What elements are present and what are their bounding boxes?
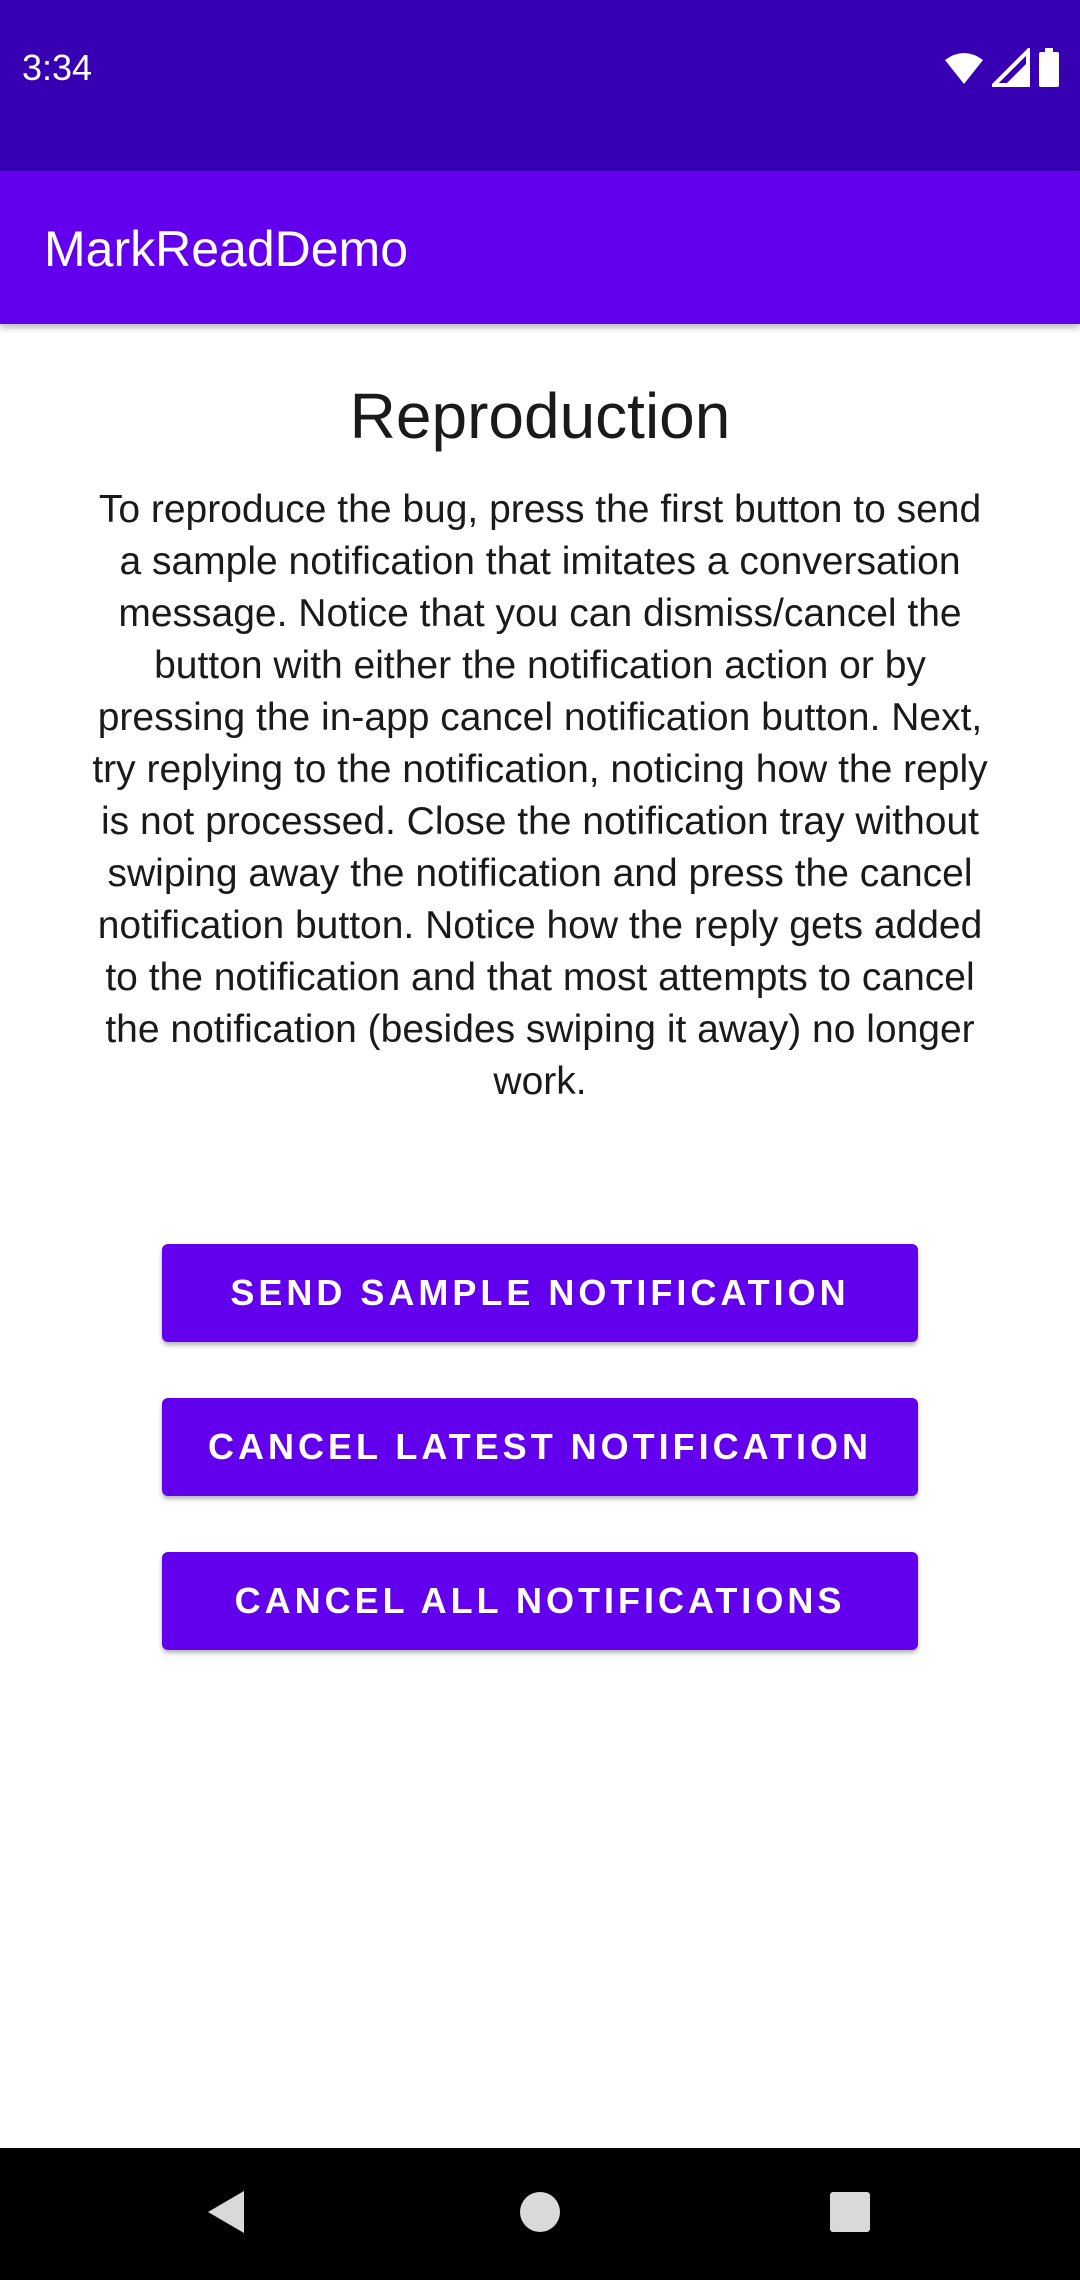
status-icons xyxy=(944,46,1060,88)
recents-icon xyxy=(829,2191,871,2238)
nav-recents-button[interactable] xyxy=(810,2178,890,2250)
app-bar: MarkReadDemo xyxy=(0,171,1080,324)
home-icon xyxy=(518,2190,562,2239)
cellular-signal-icon xyxy=(989,46,1030,88)
description-text: To reproduce the bug, press the first bu… xyxy=(92,488,988,1103)
app-title: MarkReadDemo xyxy=(44,221,409,277)
app-screen: 3:34 MarkReadDemo Reproduction To reprod… xyxy=(0,0,1080,2280)
main-content: Reproduction To reproduce the bug, press… xyxy=(0,324,1080,2148)
nav-home-button[interactable] xyxy=(500,2178,580,2250)
status-time: 3:34 xyxy=(22,47,93,88)
navigation-bar xyxy=(0,2148,1080,2280)
nav-back-button[interactable] xyxy=(186,2178,266,2250)
battery-icon xyxy=(1038,48,1060,88)
send-sample-notification-button[interactable]: SEND SAMPLE NOTIFICATION xyxy=(162,1244,918,1342)
wifi-icon xyxy=(944,48,984,88)
page-heading: Reproduction xyxy=(349,380,731,452)
cancel-latest-notification-button[interactable]: CANCEL LATEST NOTIFICATION xyxy=(162,1398,918,1496)
cancel-all-notifications-button[interactable]: CANCEL ALL NOTIFICATIONS xyxy=(162,1552,918,1650)
back-icon xyxy=(204,2188,248,2241)
status-bar: 3:34 xyxy=(0,0,1080,171)
